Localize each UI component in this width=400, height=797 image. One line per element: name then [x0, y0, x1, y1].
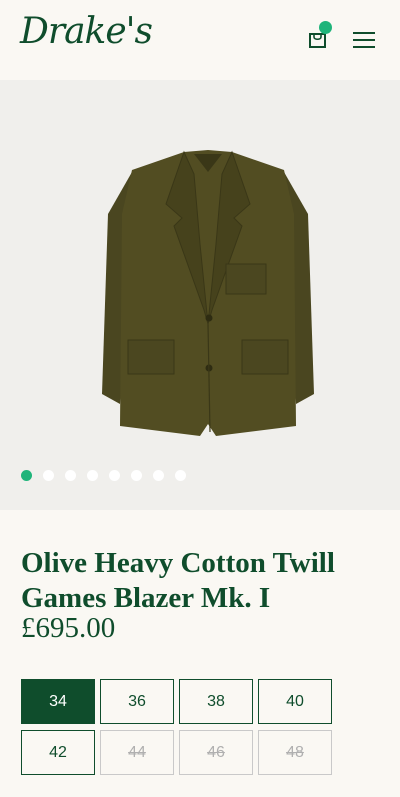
gallery-dot[interactable] [153, 470, 164, 481]
cart-indicator-dot [319, 21, 332, 34]
gallery-pagination [21, 470, 186, 481]
drakes-logo[interactable]: Drake's [20, 14, 153, 50]
size-option[interactable]: 38 [179, 679, 253, 724]
product-price: £695.00 [21, 612, 116, 644]
gallery-dot[interactable] [43, 470, 54, 481]
site-header: Drake's [0, 0, 400, 80]
gallery-dot[interactable] [109, 470, 120, 481]
gallery-dot[interactable] [131, 470, 142, 481]
size-option[interactable]: 44 [100, 730, 174, 775]
size-option[interactable]: 40 [258, 679, 332, 724]
gallery-dot[interactable] [87, 470, 98, 481]
menu-icon[interactable] [353, 32, 375, 49]
size-option[interactable]: 42 [21, 730, 95, 775]
product-title: Olive Heavy Cotton Twill Games Blazer Mk… [21, 547, 335, 614]
gallery-dot[interactable] [65, 470, 76, 481]
size-option[interactable]: 34 [21, 679, 95, 724]
olive-blazer-image [102, 150, 314, 436]
size-selector: 34 36 38 40 42 44 46 48 [21, 679, 333, 775]
size-option[interactable]: 48 [258, 730, 332, 775]
size-option[interactable]: 46 [179, 730, 253, 775]
product-gallery[interactable] [0, 80, 400, 510]
gallery-dot[interactable] [21, 470, 32, 481]
gallery-dot[interactable] [175, 470, 186, 481]
size-option[interactable]: 36 [100, 679, 174, 724]
